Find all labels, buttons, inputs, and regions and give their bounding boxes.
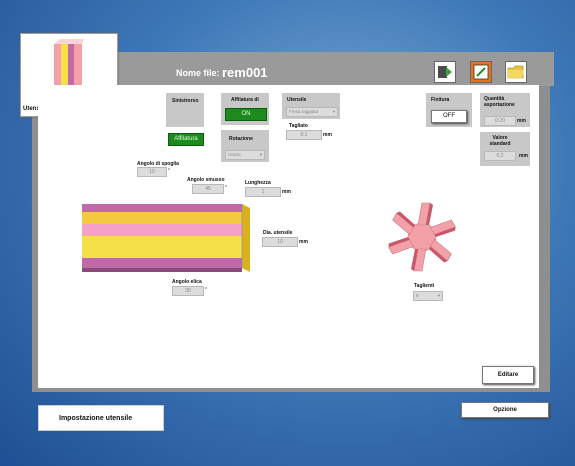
rotazione-label: Rotazione xyxy=(229,136,253,142)
affilatura-di-label: Affilatura di xyxy=(231,97,259,103)
angolo-smusso-unit: ° xyxy=(225,185,227,191)
affilatura-button[interactable]: Affilatura xyxy=(168,133,204,146)
angolo-smusso-label: Angolo smusso xyxy=(187,177,225,183)
open-folder-icon[interactable] xyxy=(505,61,527,83)
sinistrorso-label: Sinistrorso xyxy=(172,98,199,104)
angolo-elica-unit: ° xyxy=(205,287,207,293)
taglienti-label: Taglienti xyxy=(414,283,435,289)
impostazione-utensile-tab[interactable]: Impostazione utensile xyxy=(38,405,164,431)
dia-utensile-label: Dia. utensile xyxy=(263,230,293,236)
dia-utensile-unit: mm xyxy=(299,239,308,245)
lunghezza-unit: mm xyxy=(282,189,291,195)
angolo-elica-input[interactable]: 30 xyxy=(172,286,204,296)
quantita-unit: mm xyxy=(517,118,526,124)
opzione-button[interactable]: Opzione xyxy=(461,402,549,418)
chevron-down-icon: ▾ xyxy=(437,293,440,298)
finitura-label: Finitura xyxy=(431,97,450,103)
chevron-down-icon: ▾ xyxy=(332,109,335,114)
rotazione-value: Orario xyxy=(228,152,241,157)
quantita-label: Quantità asportazione xyxy=(484,96,515,108)
nome-file-label: Nome file: xyxy=(176,68,220,78)
tool-front-view xyxy=(388,202,456,272)
valore-standard-label: Valore standard xyxy=(489,135,511,147)
utensile-value: Fresa raggiata xyxy=(289,109,319,114)
finitura-toggle[interactable]: OFF xyxy=(431,110,467,123)
tagliato-unit: mm xyxy=(323,132,332,138)
angolo-smusso-input[interactable]: 45 xyxy=(192,184,224,194)
lunghezza-input[interactable]: 1 xyxy=(245,187,281,197)
valore-standard-input[interactable]: 0.2 xyxy=(484,151,516,161)
taglienti-select[interactable]: 6 ▾ xyxy=(413,291,443,301)
angolo-elica-label: Angolo elica xyxy=(172,279,202,285)
angolo-spoglia-unit: ° xyxy=(168,168,170,174)
valore-standard-unit: mm xyxy=(519,153,528,159)
tool-side-view xyxy=(82,204,250,272)
utensile-label: Utensile xyxy=(287,97,307,103)
nome-file-value: rem001 xyxy=(222,65,268,80)
tagliato-label: Tagliato xyxy=(289,123,308,129)
taglienti-value: 6 xyxy=(416,293,419,298)
dia-utensile-input[interactable]: 10 xyxy=(262,237,298,247)
tagliato-input[interactable]: 0.1 xyxy=(286,130,322,140)
quantita-input[interactable]: 0.20 xyxy=(484,116,516,126)
chevron-down-icon: ▾ xyxy=(259,152,262,157)
utensile-select[interactable]: Fresa raggiata ▾ xyxy=(286,107,338,117)
lunghezza-label: Lunghezza xyxy=(245,180,271,186)
angolo-spoglia-input[interactable]: 10 xyxy=(137,167,167,177)
affilatura-on-button[interactable]: ON xyxy=(225,108,267,121)
editare-button[interactable]: Editare xyxy=(482,366,534,384)
edit-pencil-icon[interactable] xyxy=(470,61,492,83)
rotazione-select[interactable]: Orario ▾ xyxy=(225,150,265,160)
tool-save-icon[interactable] xyxy=(434,61,456,83)
